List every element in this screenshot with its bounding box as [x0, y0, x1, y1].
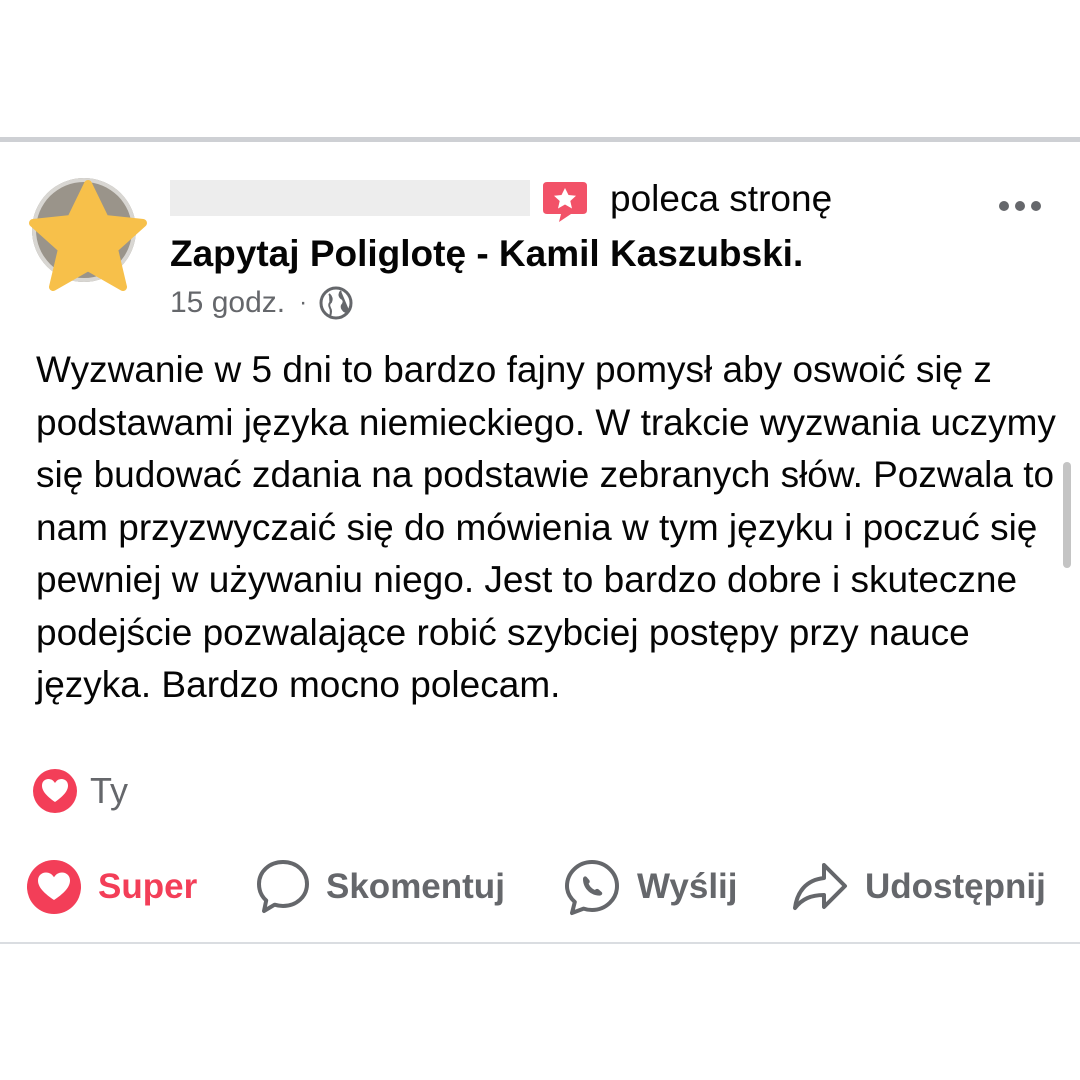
top-divider: [0, 137, 1080, 142]
more-options-icon[interactable]: [998, 200, 1042, 212]
post-timestamp[interactable]: 15 godz.: [170, 286, 285, 320]
messenger-icon: [565, 860, 619, 915]
share-label: Udostępnij: [865, 867, 1046, 906]
post-header: poleca stronę Zapytaj Poliglotę - Kamil …: [0, 160, 1080, 330]
send-label: Wyślij: [637, 867, 738, 906]
scrollbar[interactable]: [1063, 462, 1071, 568]
reaction-count: Ty: [90, 770, 129, 811]
page-name-link[interactable]: Zapytaj Poliglotę - Kamil Kaszubski.: [170, 233, 803, 275]
comment-button[interactable]: Skomentuj: [256, 856, 505, 918]
send-button[interactable]: Wyślij: [563, 856, 738, 918]
super-label: Super: [98, 867, 198, 906]
author-name-redacted: [170, 180, 530, 216]
meta-separator: ·: [299, 289, 308, 316]
post-body-text: Wyzwanie w 5 dni to bardzo fajny pomysł …: [36, 349, 1056, 705]
avatar[interactable]: [24, 172, 154, 292]
recommend-star-icon: [543, 182, 587, 222]
post-meta: 15 godz. ·: [170, 286, 353, 320]
bottom-divider: [0, 942, 1080, 944]
star-icon: [29, 180, 147, 291]
share-arrow-icon: [793, 863, 847, 910]
share-button[interactable]: Udostępnij: [791, 856, 1046, 918]
comment-bubble-icon: [257, 860, 309, 913]
super-reaction-button[interactable]: Super: [26, 856, 197, 918]
globe-icon: [319, 286, 353, 320]
reaction-summary[interactable]: Ty: [32, 768, 128, 814]
heart-reaction-icon: [33, 769, 77, 813]
comment-label: Skomentuj: [326, 867, 505, 906]
recommend-text: poleca stronę: [610, 178, 833, 219]
action-bar: Super Skomentuj Wyślij Udostępnij: [0, 856, 1080, 918]
heart-icon: [27, 860, 81, 914]
